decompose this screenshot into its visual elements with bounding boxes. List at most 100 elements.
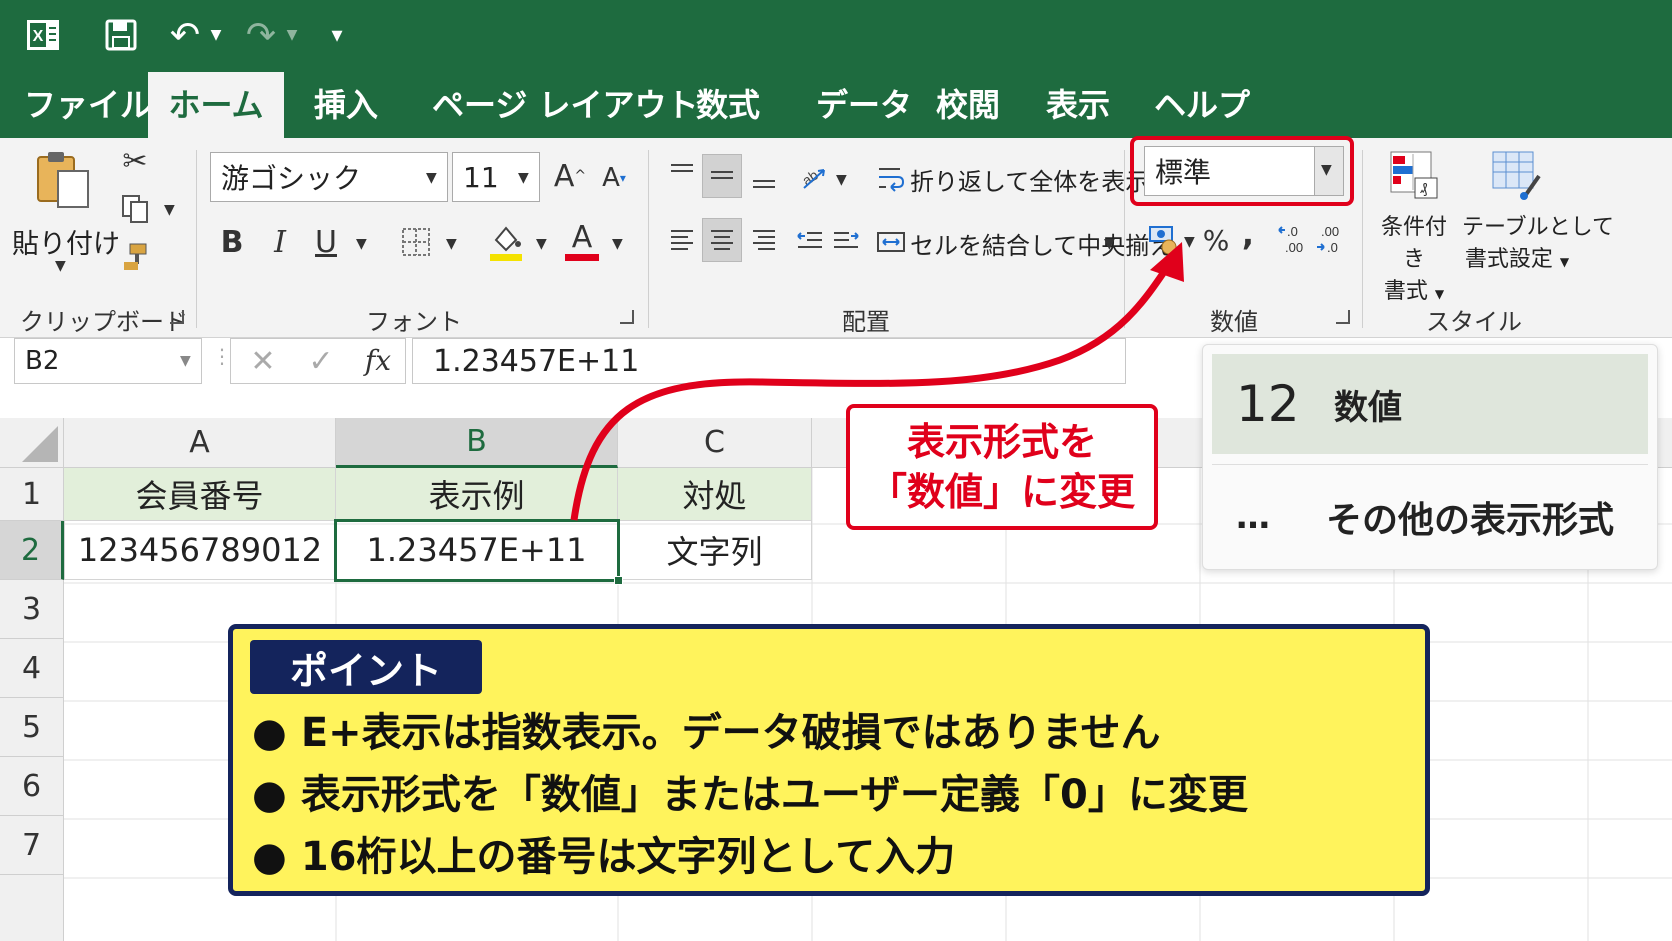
callout-line-2: 「数値」に変更 <box>868 470 1135 514</box>
row-header-6[interactable]: 6 <box>0 757 64 816</box>
cell-a2[interactable]: 123456789012 <box>64 521 336 580</box>
redo-dropdown-icon[interactable]: ▼ <box>282 12 302 58</box>
decrease-decimal-icon[interactable]: .00.0 <box>1314 218 1350 262</box>
number-launcher-icon[interactable] <box>1336 310 1350 324</box>
fill-color-dropdown-icon[interactable]: ▼ <box>536 236 547 252</box>
select-all-button[interactable] <box>0 418 64 468</box>
cell-a1[interactable]: 会員番号 <box>64 468 336 521</box>
clipboard-launcher-icon[interactable] <box>170 310 184 324</box>
orientation-icon[interactable]: ab <box>796 156 832 196</box>
underline-button[interactable]: U <box>308 222 344 262</box>
name-box-value: B2 <box>25 346 60 376</box>
decrease-font-size-icon[interactable]: A ▾ <box>596 160 632 196</box>
row-header-5[interactable]: 5 <box>0 698 64 757</box>
tab-help[interactable]: ヘルプ <box>1140 72 1264 138</box>
conditional-format-icon[interactable]: ₰ <box>1384 146 1444 204</box>
undo-icon[interactable]: ↶ <box>160 12 210 58</box>
row-header-4[interactable]: 4 <box>0 639 64 698</box>
svg-text:.00: .00 <box>1285 240 1303 255</box>
redo-icon[interactable]: ↷ <box>236 12 286 58</box>
row-header-7[interactable]: 7 <box>0 816 64 875</box>
chevron-down-icon: ▼ <box>1321 162 1332 178</box>
svg-text:.0: .0 <box>1287 224 1298 239</box>
increase-font-size-icon[interactable]: A ^ <box>552 156 588 196</box>
row-header-rest <box>0 875 64 941</box>
tab-review[interactable]: 校閲 <box>922 72 1014 138</box>
middle-align-icon[interactable] <box>702 154 742 198</box>
svg-text:₰: ₰ <box>1420 180 1428 196</box>
point-title: ポイント <box>250 640 482 694</box>
conditional-format-button[interactable]: 条件付き 書式 ▼ <box>1372 212 1456 310</box>
fill-handle[interactable] <box>614 576 623 585</box>
save-icon[interactable] <box>98 12 144 58</box>
tab-insert[interactable]: 挿入 <box>300 72 392 138</box>
styles-group-label: スタイル <box>1426 308 1522 336</box>
copy-icon[interactable] <box>118 192 152 226</box>
tab-home[interactable]: ホーム <box>148 72 284 138</box>
row-header-2[interactable]: 2 <box>0 521 64 580</box>
borders-icon[interactable] <box>396 222 436 262</box>
formula-bar-divider-icon: ⋮ <box>212 344 232 368</box>
excel-logo-icon: X <box>20 12 66 58</box>
row-header-3[interactable]: 3 <box>0 580 64 639</box>
more-formats-icon: … <box>1236 497 1270 537</box>
menu-item-more-formats[interactable]: … その他の表示形式 <box>1212 472 1648 562</box>
clipboard-group-label: クリップボード <box>20 308 188 336</box>
column-header-a[interactable]: A <box>64 418 336 468</box>
svg-text:ab: ab <box>799 166 821 188</box>
point-bullet: ● 表示形式を「数値」またはユーザー定義「0」に変更 <box>252 772 1248 818</box>
svg-text:X: X <box>33 28 44 45</box>
wrap-text-icon[interactable] <box>874 158 908 198</box>
customize-qat-icon[interactable]: ▾ <box>322 12 352 58</box>
font-name-select[interactable]: 游ゴシック <box>210 152 448 202</box>
undo-dropdown-icon[interactable]: ▼ <box>206 12 226 58</box>
paste-dropdown-icon[interactable]: ▼ <box>55 258 66 274</box>
bottom-align-icon[interactable] <box>746 158 782 198</box>
orientation-dropdown-icon[interactable]: ▼ <box>836 172 847 188</box>
top-align-icon[interactable] <box>664 154 700 194</box>
format-as-table-icon[interactable] <box>1486 146 1546 204</box>
borders-dropdown-icon[interactable]: ▼ <box>446 236 457 252</box>
number-format-value: 標準 <box>1155 156 1212 189</box>
name-box[interactable]: B2 <box>14 338 202 384</box>
fill-color-icon[interactable] <box>486 220 526 264</box>
tab-formulas[interactable]: 数式 <box>682 72 774 138</box>
bold-button[interactable]: B <box>214 222 250 262</box>
tab-file[interactable]: ファイル <box>10 72 166 138</box>
row-header-1[interactable]: 1 <box>0 468 64 521</box>
confirm-icon[interactable]: ✓ <box>304 342 338 380</box>
tab-page-layout[interactable]: ページ レイアウト <box>418 72 713 138</box>
tab-data[interactable]: データ <box>802 72 926 138</box>
svg-text:.0: .0 <box>1327 240 1338 255</box>
point-list: ● E+表示は指数表示。データ破損ではありません ● 表示形式を「数値」またはユ… <box>252 702 1422 888</box>
paste-button[interactable]: 貼り付け <box>12 222 120 261</box>
cut-icon[interactable]: ✂ <box>118 144 152 179</box>
font-name-value: 游ゴシック <box>221 162 362 195</box>
increase-decimal-icon[interactable]: .0.00 <box>1276 218 1312 262</box>
format-as-table-button[interactable]: テーブルとして 書式設定 ▼ <box>1462 212 1615 278</box>
chevron-down-icon: ▼ <box>426 170 437 186</box>
format-painter-icon[interactable] <box>118 240 152 274</box>
tab-view[interactable]: 表示 <box>1032 72 1124 138</box>
more-formats-label: その他の表示形式 <box>1326 500 1615 541</box>
paste-icon[interactable] <box>32 148 96 212</box>
menu-divider <box>1212 464 1648 465</box>
menu-item-numeric[interactable]: 12 数値 <box>1212 354 1648 454</box>
callout-box: 表示形式を 「数値」に変更 <box>846 404 1158 530</box>
cancel-icon[interactable]: ✕ <box>246 342 280 380</box>
chevron-down-icon: ▼ <box>180 353 191 369</box>
point-bullet: ● 16桁以上の番号は文字列として入力 <box>252 834 956 880</box>
copy-dropdown-icon[interactable]: ▼ <box>164 202 175 218</box>
group-separator <box>1362 150 1363 328</box>
font-size-value: 11 <box>463 160 499 194</box>
underline-dropdown-icon[interactable]: ▼ <box>356 236 367 252</box>
svg-text:.00: .00 <box>1321 224 1339 239</box>
italic-button[interactable]: I <box>262 222 298 262</box>
callout-line-1: 表示形式を <box>906 420 1097 464</box>
group-separator <box>196 150 197 328</box>
insert-function-icon[interactable]: fx <box>360 340 396 380</box>
numeric-format-icon: 12 <box>1236 375 1300 433</box>
numeric-format-label: 数値 <box>1334 387 1402 428</box>
format-as-table-label-1: テーブルとして <box>1462 215 1615 240</box>
font-group-label: フォント <box>366 308 462 336</box>
